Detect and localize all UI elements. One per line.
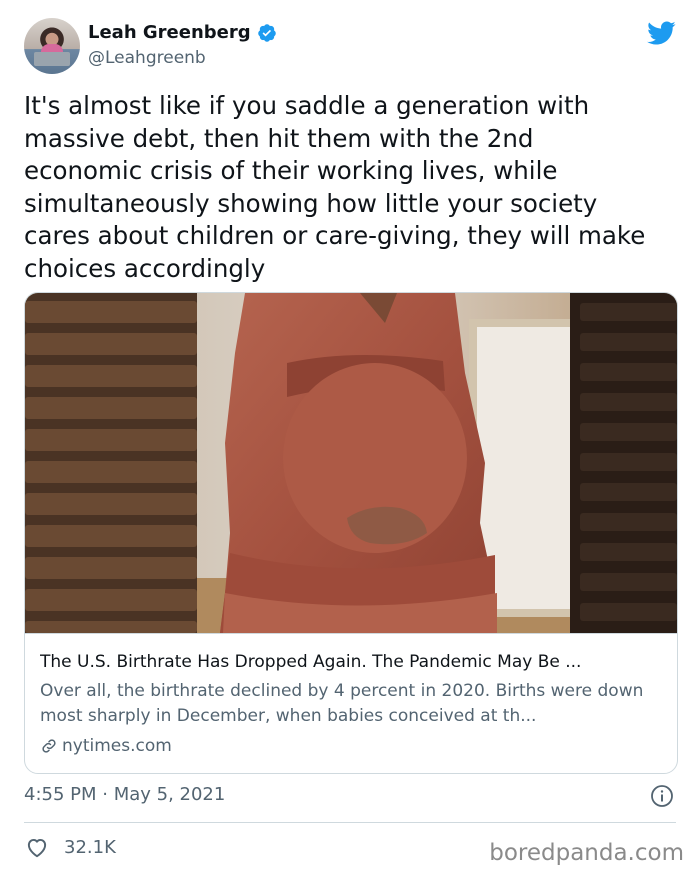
card-photo xyxy=(25,293,677,633)
tweet-header: Leah Greenberg @Leahgreenb xyxy=(24,18,680,78)
link-card[interactable]: The U.S. Birthrate Has Dropped Again. Th… xyxy=(24,292,678,774)
verified-badge-icon xyxy=(257,23,276,42)
tweet-timestamp[interactable]: 4:55 PM · May 5, 2021 xyxy=(24,784,225,805)
card-body[interactable]: The U.S. Birthrate Has Dropped Again. Th… xyxy=(25,633,677,773)
tweet-text: It's almost like if you saddle a generat… xyxy=(24,91,646,283)
like-count: 32.1K xyxy=(64,836,116,858)
author-name[interactable]: Leah Greenberg xyxy=(88,22,251,43)
avatar-laptop xyxy=(34,52,70,66)
author-handle[interactable]: @Leahgreenb xyxy=(88,48,206,68)
card-description: Over all, the birthrate declined by 4 pe… xyxy=(40,681,644,726)
heart-icon[interactable] xyxy=(24,834,50,860)
info-icon[interactable] xyxy=(650,784,674,808)
watermark: boredpanda.com xyxy=(489,840,684,866)
link-icon xyxy=(42,739,56,753)
like-action[interactable]: 32.1K xyxy=(24,834,116,860)
card-domain-text[interactable]: nytimes.com xyxy=(62,736,172,756)
card-title[interactable]: The U.S. Birthrate Has Dropped Again. Th… xyxy=(40,652,665,672)
card-domain[interactable]: nytimes.com xyxy=(40,736,172,756)
card-image[interactable] xyxy=(25,293,677,633)
avatar[interactable] xyxy=(24,18,80,74)
twitter-bird-icon[interactable] xyxy=(644,18,678,48)
divider xyxy=(24,822,676,823)
author-name-row: Leah Greenberg xyxy=(88,22,277,43)
